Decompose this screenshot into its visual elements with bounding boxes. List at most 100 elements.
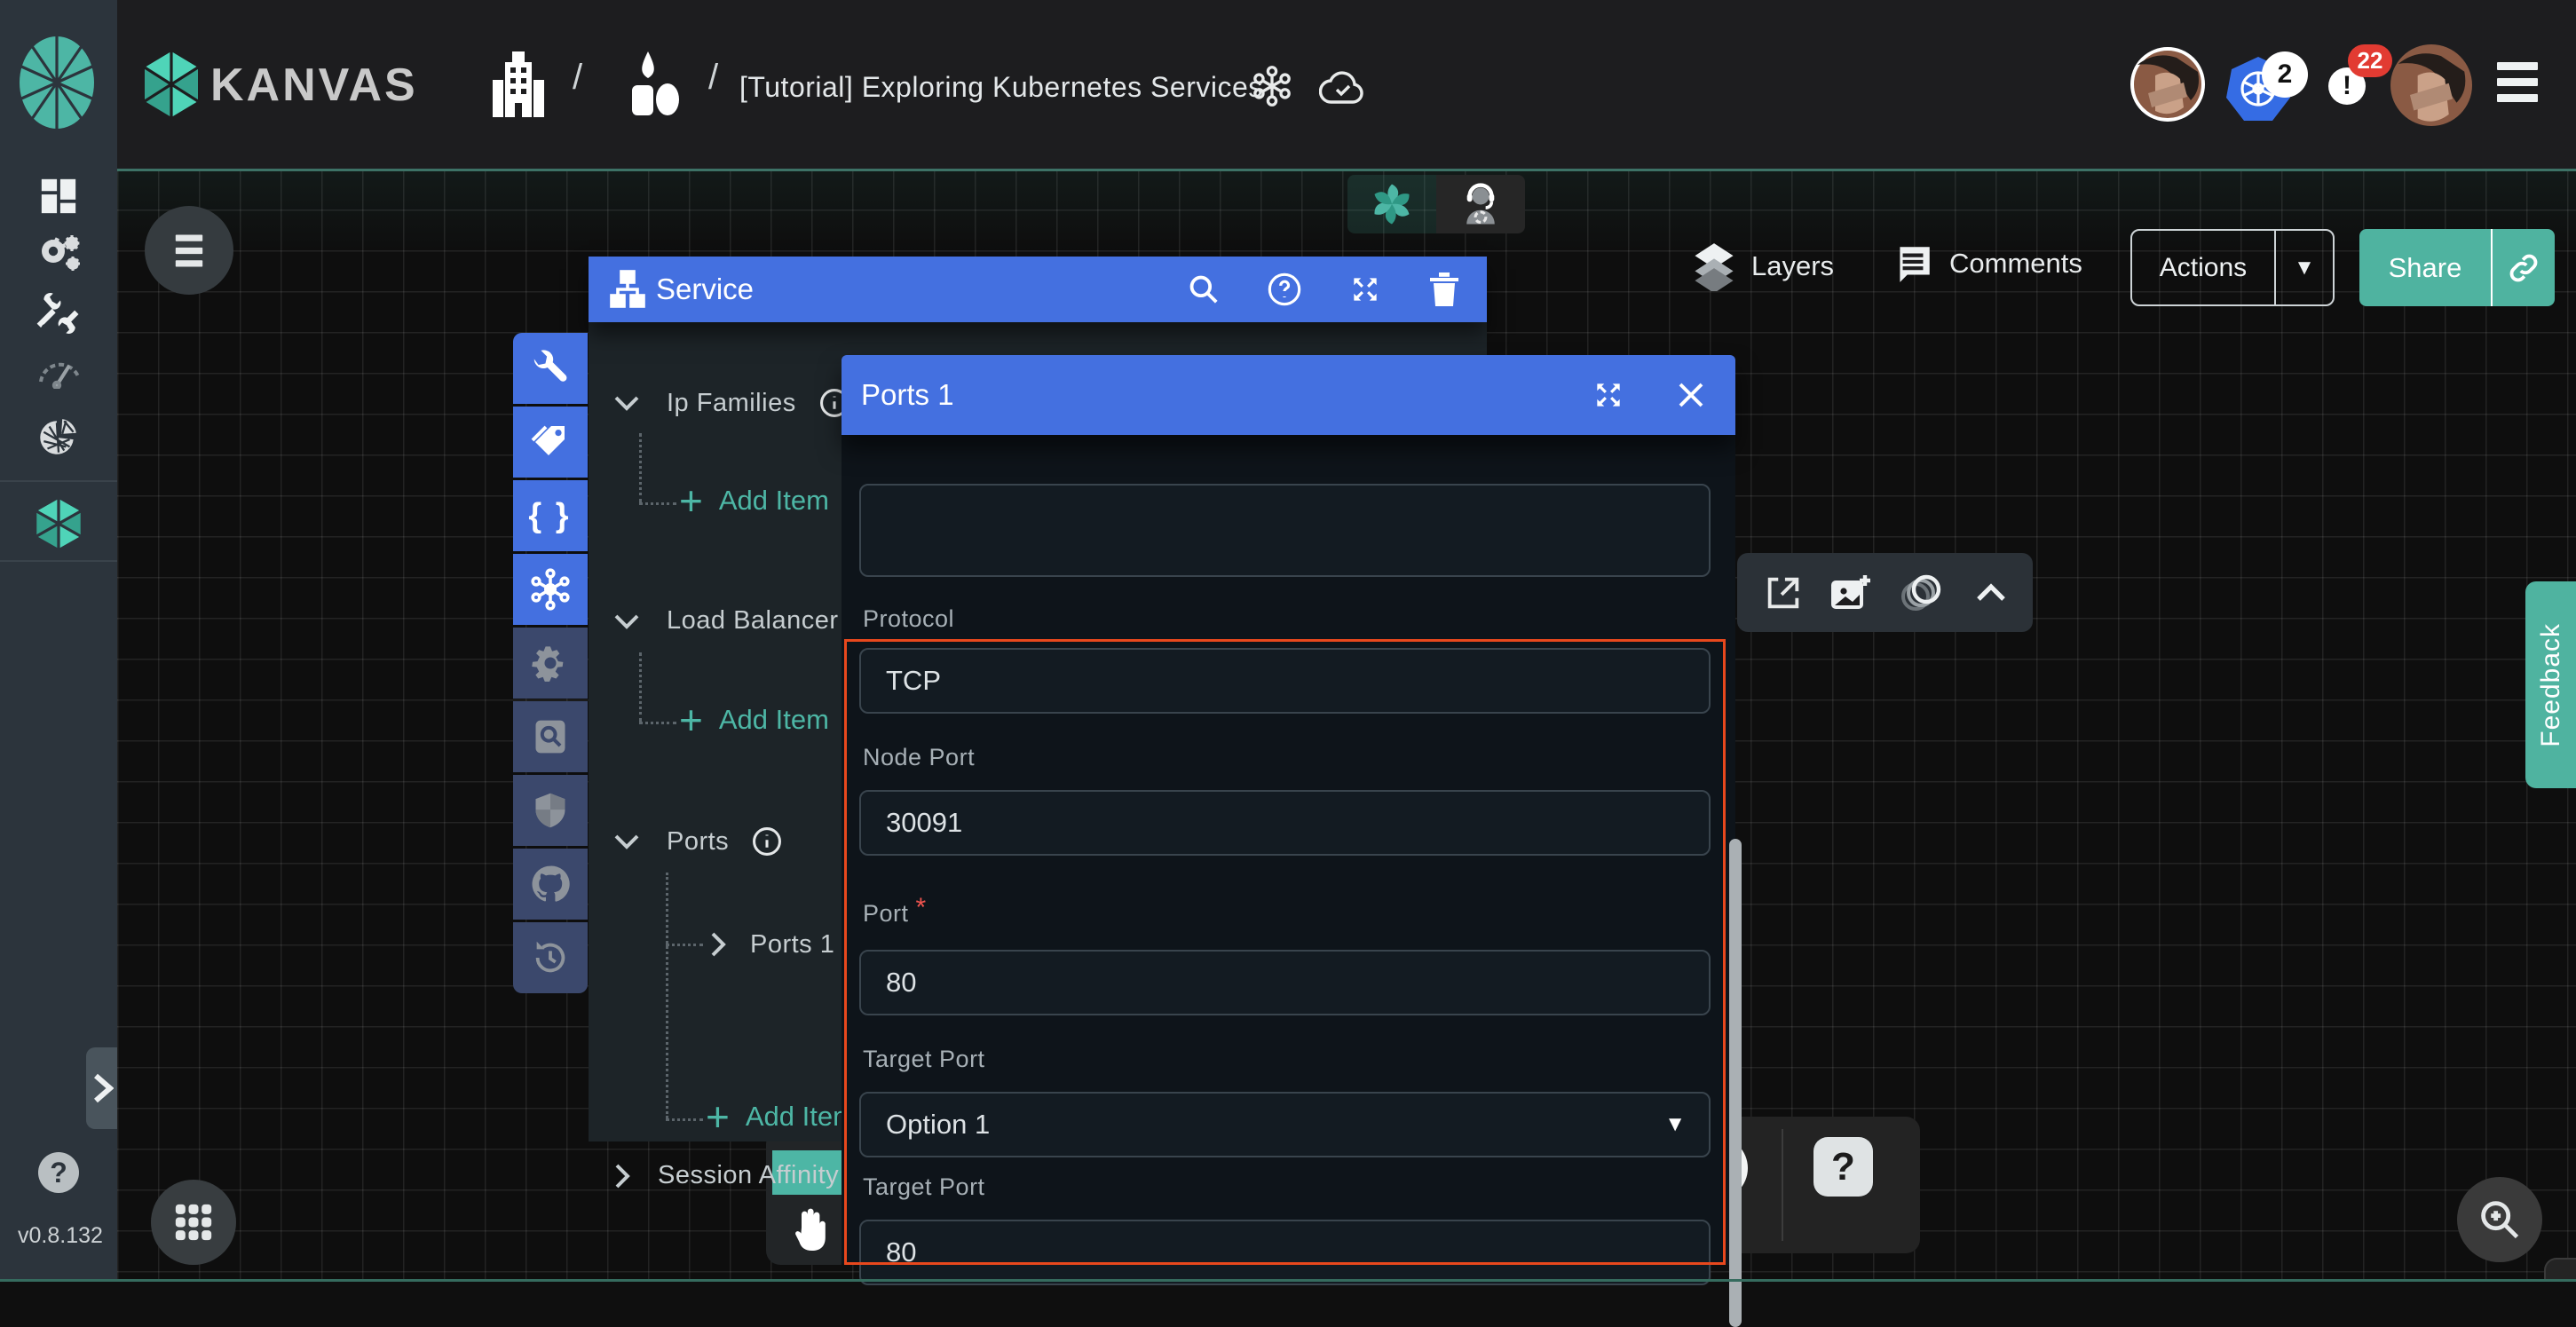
add-item-ports[interactable]: + Add Item <box>706 1101 856 1133</box>
toolbox-icon <box>36 291 81 336</box>
toolbar-relationships-button[interactable] <box>513 554 588 625</box>
support-operator-button[interactable] <box>1436 175 1525 233</box>
gauge-icon <box>36 353 82 389</box>
minimap-corner <box>2544 1258 2576 1282</box>
help-shortcut-button[interactable]: ? <box>1813 1137 1873 1197</box>
app-header: KANVAS / / [Tutorial] Exploring Kubernet… <box>0 0 2576 169</box>
dock-divider <box>1782 1129 1783 1241</box>
kanvas-logo-icon[interactable] <box>145 51 198 117</box>
fullscreen-icon[interactable] <box>1592 378 1625 412</box>
actions-caret-icon[interactable]: ▼ <box>2276 256 2333 280</box>
sidebar-item-dashboard[interactable] <box>0 176 117 217</box>
toolbar-github-button[interactable] <box>513 849 588 920</box>
section-label: Ip Families <box>667 389 796 418</box>
mesh-pattern-icon[interactable] <box>1250 64 1294 108</box>
chevron-down-icon <box>613 612 640 630</box>
name-field[interactable] <box>859 484 1711 577</box>
toolbar-settings-button[interactable] <box>513 628 588 699</box>
dot-grid-button[interactable] <box>151 1180 236 1265</box>
user-avatar-2[interactable] <box>2390 44 2472 126</box>
share-link-icon[interactable] <box>2493 251 2555 285</box>
sidebar-help-button[interactable]: ? <box>38 1152 79 1193</box>
share-button[interactable]: Share <box>2359 229 2555 306</box>
search-icon[interactable] <box>1187 273 1221 306</box>
gear-icon <box>530 643 571 683</box>
sidebar-expand-button[interactable] <box>86 1047 117 1129</box>
section-session-affinity[interactable]: Session Affinity Co <box>613 1161 881 1190</box>
bottom-dock-right: ? <box>1735 1117 1920 1253</box>
spiral-icon <box>1368 180 1416 228</box>
toolbar-labels-button[interactable] <box>513 407 588 478</box>
toolbar-configure-button[interactable] <box>513 333 588 404</box>
service-panel-header[interactable]: Service <box>589 257 1487 322</box>
node-port-input[interactable] <box>859 790 1711 856</box>
target-port-select[interactable]: Option 1 ▼ <box>859 1092 1711 1157</box>
ports-dialog-header[interactable]: Ports 1 <box>842 355 1735 435</box>
info-icon[interactable] <box>752 826 782 857</box>
kanvas-hexagon-icon <box>36 499 82 549</box>
node-config-toolbar: { } <box>513 333 588 993</box>
close-icon[interactable] <box>1675 379 1707 411</box>
protocol-label: Protocol <box>863 605 954 633</box>
comments-button[interactable]: Comments <box>1891 241 2082 286</box>
app-version: v0.8.132 <box>18 1223 103 1249</box>
sidebar-header-corner <box>0 0 117 169</box>
toolbar-json-button[interactable]: { } <box>513 480 588 551</box>
required-marker: * <box>916 893 927 922</box>
add-item-label: Add Item <box>746 1101 856 1133</box>
toolbar-security-button[interactable] <box>513 775 588 846</box>
open-external-icon[interactable] <box>1763 573 1804 613</box>
add-item-label: Add Item <box>719 485 829 517</box>
shapes-design-icon[interactable] <box>627 51 682 117</box>
breadcrumb-separator-2: / <box>708 58 718 98</box>
history-icon <box>530 937 571 978</box>
add-image-icon[interactable] <box>1829 573 1872 612</box>
canvas-menu-button[interactable] <box>145 206 233 295</box>
actions-button[interactable]: Actions ▼ <box>2130 229 2335 306</box>
delete-icon[interactable] <box>1428 271 1460 308</box>
ports-dialog-title: Ports 1 <box>861 378 954 412</box>
chevron-right-icon <box>709 931 727 958</box>
protocol-input[interactable] <box>859 648 1711 714</box>
toolbar-discovery-button[interactable] <box>513 701 588 772</box>
share-label: Share <box>2359 252 2491 284</box>
user-avatar[interactable] <box>2130 47 2205 122</box>
layers-icon <box>1691 241 1737 291</box>
item-label: Ports 1 <box>750 930 834 960</box>
service-panel-title: Service <box>656 273 754 306</box>
hand-tool-icon[interactable] <box>789 1206 828 1254</box>
layers-button[interactable]: Layers <box>1691 241 1834 291</box>
add-item-load-balancer[interactable]: + Add Item <box>679 704 829 736</box>
add-item-ip-families[interactable]: + Add Item <box>679 485 829 517</box>
layer5-logo-icon[interactable] <box>18 36 96 130</box>
comments-label: Comments <box>1949 248 2082 280</box>
section-ip-families[interactable]: Ip Families <box>613 388 849 418</box>
brand-wordmark: KANVAS <box>210 59 418 112</box>
zoom-in-button[interactable] <box>2457 1177 2542 1262</box>
design-title[interactable]: [Tutorial] Exploring Kubernetes Services <box>739 71 1263 104</box>
collapse-up-icon[interactable] <box>1975 581 2007 604</box>
meshery-assistant-button[interactable] <box>1347 175 1436 233</box>
cloud-status-icon[interactable] <box>1319 66 1365 107</box>
shape-circles-icon[interactable] <box>1898 573 1949 612</box>
target-port-select-value: Option 1 <box>886 1109 990 1141</box>
feedback-tab[interactable]: Feedback <box>2525 581 2576 788</box>
sidebar-item-kanvas-active[interactable] <box>0 499 117 549</box>
sidebar-item-lifecycle[interactable] <box>0 233 117 275</box>
target-port-input[interactable] <box>859 1220 1711 1285</box>
sidebar-item-performance[interactable] <box>0 353 117 389</box>
sidebar-item-meshery[interactable] <box>0 415 117 460</box>
section-ports[interactable]: Ports <box>613 826 782 857</box>
fullscreen-icon[interactable] <box>1348 273 1382 306</box>
tag-icon <box>529 421 572 463</box>
port-input[interactable] <box>859 950 1711 1015</box>
sidebar-item-configuration[interactable] <box>0 291 117 336</box>
breadcrumb-separator: / <box>573 58 582 98</box>
help-icon[interactable] <box>1267 272 1302 307</box>
organization-icon[interactable] <box>491 51 546 117</box>
hub-icon <box>529 568 572 611</box>
header-menu-icon[interactable] <box>2497 62 2538 102</box>
dialog-scrollbar[interactable] <box>1729 839 1742 1327</box>
toolbar-history-button[interactable] <box>513 922 588 993</box>
help-key-label: ? <box>1831 1145 1855 1189</box>
